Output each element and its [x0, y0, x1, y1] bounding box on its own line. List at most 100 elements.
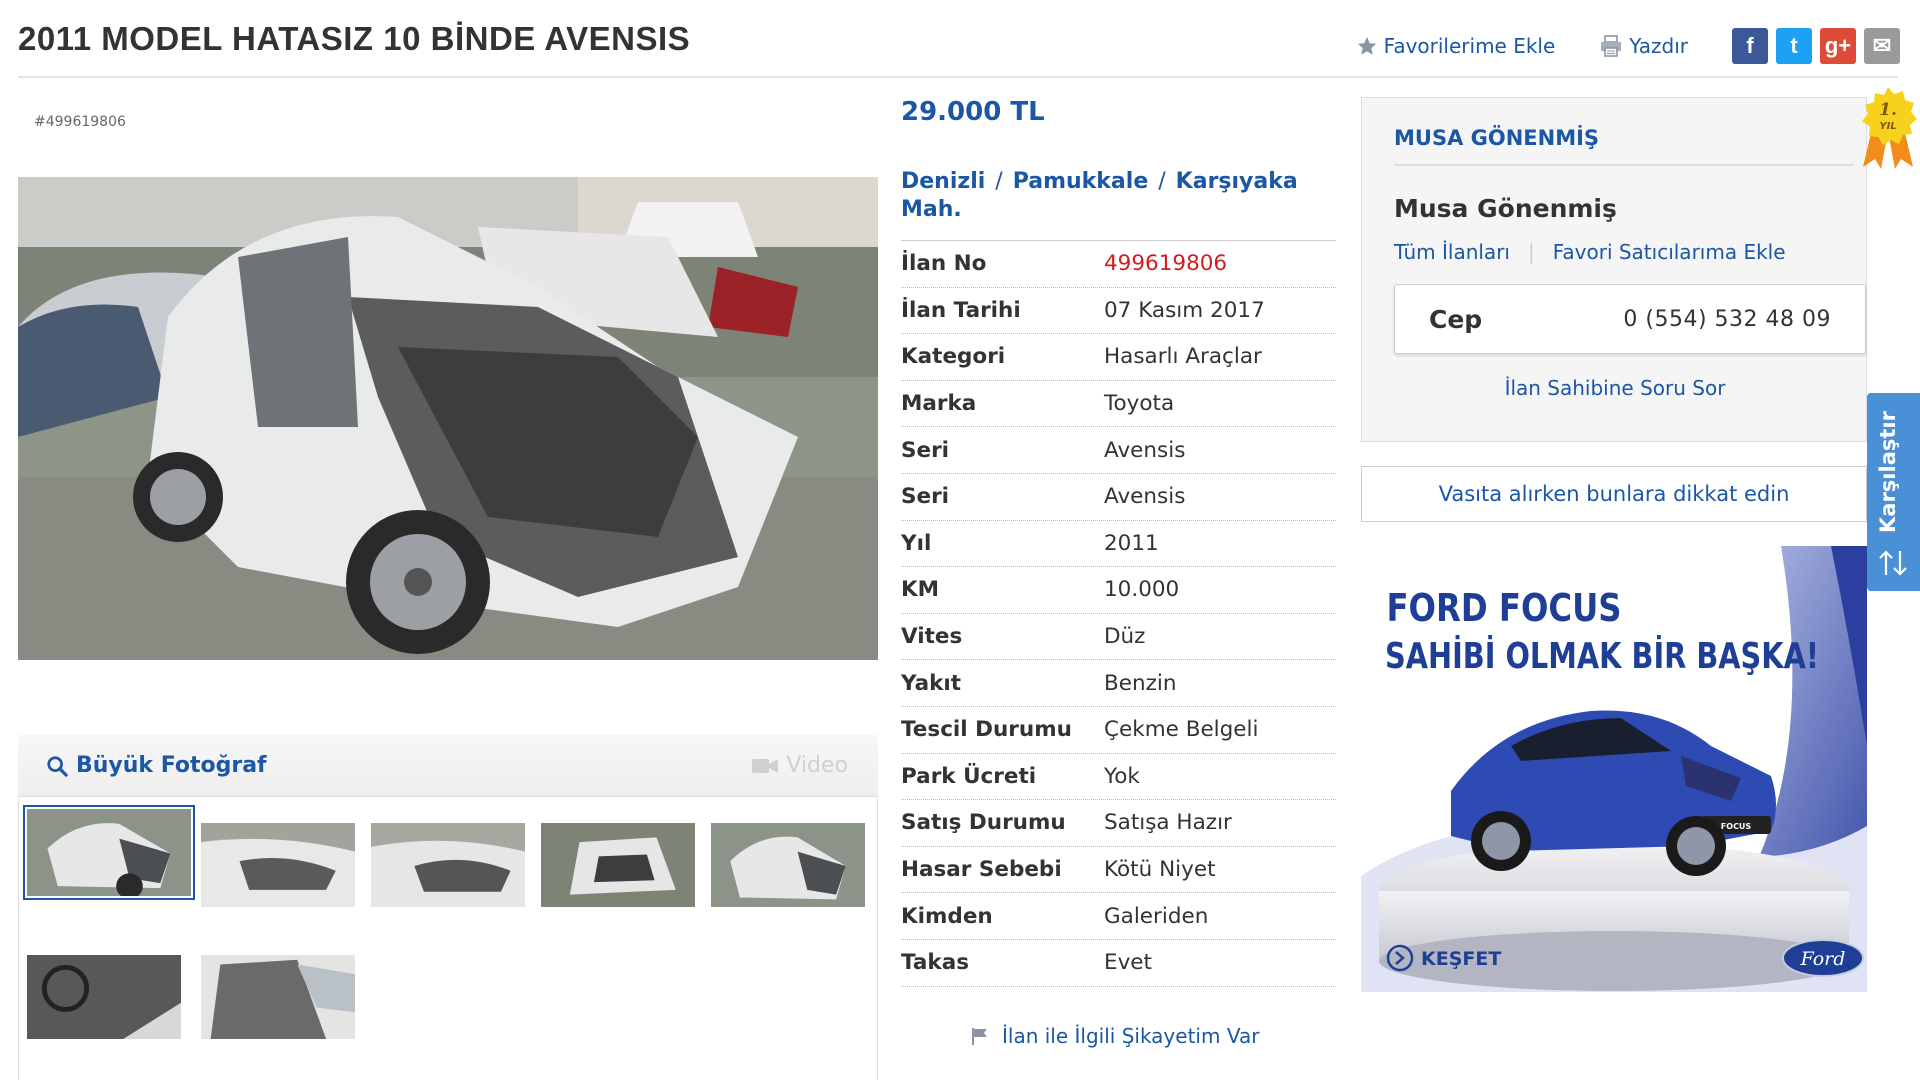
- info-row: Satış Durumu Satışa Hazır: [901, 800, 1336, 847]
- info-row: Park Ücreti Yok: [901, 754, 1336, 801]
- info-value: Yok: [1104, 763, 1140, 789]
- info-row: KM 10.000: [901, 567, 1336, 614]
- info-key: İlan No: [901, 251, 987, 277]
- info-key: Yıl: [901, 530, 932, 556]
- thumbnail-6[interactable]: [23, 951, 185, 1043]
- info-row: Kategori Hasarlı Araçlar: [901, 334, 1336, 381]
- add-favorite-label: Favorilerime Ekle: [1383, 34, 1556, 58]
- info-row: İlan Tarihi 07 Kasım 2017: [901, 288, 1336, 335]
- phone-box: Cep 0 (554) 532 48 09: [1394, 284, 1866, 354]
- email-icon[interactable]: ✉: [1864, 28, 1900, 64]
- info-row: İlan No 499619806: [901, 241, 1336, 288]
- info-value: 10.000: [1104, 577, 1180, 603]
- flag-icon: [970, 1026, 990, 1046]
- info-value: Benzin: [1104, 670, 1177, 696]
- thumbnail-4[interactable]: [537, 819, 699, 911]
- seller-name: Musa Gönenmiş: [1394, 194, 1617, 223]
- badge-top-text: 1.: [1879, 100, 1897, 120]
- info-key: Kimden: [901, 903, 993, 929]
- price: 29.000 TL: [901, 97, 1045, 127]
- compare-tab[interactable]: Karşılaştır: [1867, 393, 1920, 591]
- info-value: 07 Kasım 2017: [1104, 297, 1265, 323]
- info-value: Satışa Hazır: [1104, 810, 1232, 836]
- twitter-icon[interactable]: t: [1776, 28, 1812, 64]
- google-plus-icon[interactable]: g+: [1820, 28, 1856, 64]
- car-photo-image: [18, 177, 878, 660]
- info-key: Hasar Sebebi: [901, 857, 1062, 883]
- video-label: Video: [786, 753, 848, 778]
- ad-image: FORD FOCUS SAHİBİ OLMAK BİR BAŞKA! FOCUS…: [1361, 546, 1867, 992]
- complaint-label: İlan ile İlgili Şikayetim Var: [1002, 1024, 1260, 1048]
- ad-headline-2: SAHİBİ OLMAK BİR BAŞKA!: [1385, 635, 1819, 677]
- video-button: Video: [752, 753, 848, 778]
- info-value: Toyota: [1104, 391, 1175, 417]
- listing-details-table: İlan No 499619806 İlan Tarihi 07 Kasım 2017…: [901, 240, 1336, 987]
- listing-code: #499619806: [34, 114, 126, 130]
- facebook-icon[interactable]: f: [1732, 28, 1768, 64]
- main-photo[interactable]: [18, 177, 878, 660]
- info-key: Seri: [901, 484, 950, 510]
- info-key: KM: [901, 577, 940, 603]
- big-photo-button[interactable]: Büyük Fotoğraf: [46, 753, 267, 778]
- ford-ad-banner[interactable]: FORD FOCUS SAHİBİ OLMAK BİR BAŞKA! FOCUS…: [1361, 546, 1867, 992]
- title-divider: [18, 76, 1898, 78]
- info-value: Evet: [1104, 950, 1152, 976]
- location-district-link[interactable]: Pamukkale: [1013, 169, 1149, 194]
- seller-header[interactable]: MUSA GÖNENMİŞ: [1394, 126, 1854, 166]
- location-city-link[interactable]: Denizli: [901, 169, 985, 194]
- info-value: Avensis: [1104, 484, 1186, 510]
- seller-box: MUSA GÖNENMİŞ Musa Gönenmiş Tüm İlanları…: [1361, 97, 1867, 442]
- listing-title: 2011 MODEL HATASIZ 10 BİNDE AVENSIS: [18, 20, 691, 57]
- ad-plate: FOCUS: [1721, 822, 1752, 831]
- info-row: Seri Avensis: [901, 427, 1336, 474]
- info-key: Yakıt: [901, 670, 962, 696]
- info-key: Tescil Durumu: [901, 717, 1072, 743]
- info-key: Marka: [901, 391, 977, 417]
- info-row: Takas Evet: [901, 940, 1336, 987]
- info-row: Yakıt Benzin: [901, 660, 1336, 707]
- add-favorite-seller-link[interactable]: Favori Satıcılarıma Ekle: [1553, 240, 1786, 264]
- info-value: Galeriden: [1104, 903, 1209, 929]
- info-value: 2011: [1104, 530, 1159, 556]
- info-value: Kötü Niyet: [1104, 857, 1216, 883]
- link-separator: |: [1527, 240, 1535, 264]
- info-key: Takas: [901, 950, 970, 976]
- phone-label: Cep: [1429, 304, 1483, 334]
- thumbnail-5[interactable]: [707, 819, 869, 911]
- ad-cta: KEŞFET: [1421, 948, 1501, 970]
- all-listings-link[interactable]: Tüm İlanları: [1394, 240, 1510, 264]
- info-value: Çekme Belgeli: [1104, 717, 1259, 743]
- thumbnail-2[interactable]: [197, 819, 359, 911]
- compare-label: Karşılaştır: [1876, 411, 1900, 533]
- ask-seller-link[interactable]: İlan Sahibine Soru Sor: [1362, 376, 1868, 400]
- thumbnail-gallery: [18, 798, 878, 1080]
- thumbnail-7[interactable]: [197, 951, 359, 1043]
- info-value: 499619806: [1104, 251, 1228, 277]
- info-key: Park Ücreti: [901, 763, 1037, 789]
- badge-bottom-text: YIL: [1879, 121, 1896, 132]
- info-key: Vites: [901, 624, 963, 650]
- ad-headline-1: FORD FOCUS: [1387, 587, 1622, 631]
- careful-tips-link[interactable]: Vasıta alırken bunlara dikkat edin: [1361, 466, 1867, 522]
- magnifier-icon: [46, 755, 68, 777]
- social-share: f t g+ ✉: [1732, 28, 1900, 64]
- swap-arrows-icon: [1877, 549, 1909, 581]
- thumbnail-1[interactable]: [23, 805, 195, 900]
- info-key: Seri: [901, 437, 950, 463]
- thumbnail-3[interactable]: [367, 819, 529, 911]
- info-row: Yıl 2011: [901, 521, 1336, 568]
- seller-links: Tüm İlanları | Favori Satıcılarıma Ekle: [1394, 240, 1786, 264]
- phone-number[interactable]: 0 (554) 532 48 09: [1623, 307, 1831, 332]
- complaint-link[interactable]: İlan ile İlgili Şikayetim Var: [970, 1024, 1259, 1048]
- info-row: Marka Toyota: [901, 381, 1336, 428]
- star-icon: [1356, 35, 1378, 57]
- info-key: Kategori: [901, 344, 1006, 370]
- add-favorite-button[interactable]: Favorilerime Ekle: [1356, 34, 1556, 58]
- print-button[interactable]: Yazdır: [1599, 34, 1688, 58]
- info-row: Seri Avensis: [901, 474, 1336, 521]
- photo-toolbar: Büyük Fotoğraf Video: [18, 735, 878, 797]
- info-value: Avensis: [1104, 437, 1186, 463]
- info-value: Düz: [1104, 624, 1146, 650]
- info-row: Tescil Durumu Çekme Belgeli: [901, 707, 1336, 754]
- info-row: Vites Düz: [901, 614, 1336, 661]
